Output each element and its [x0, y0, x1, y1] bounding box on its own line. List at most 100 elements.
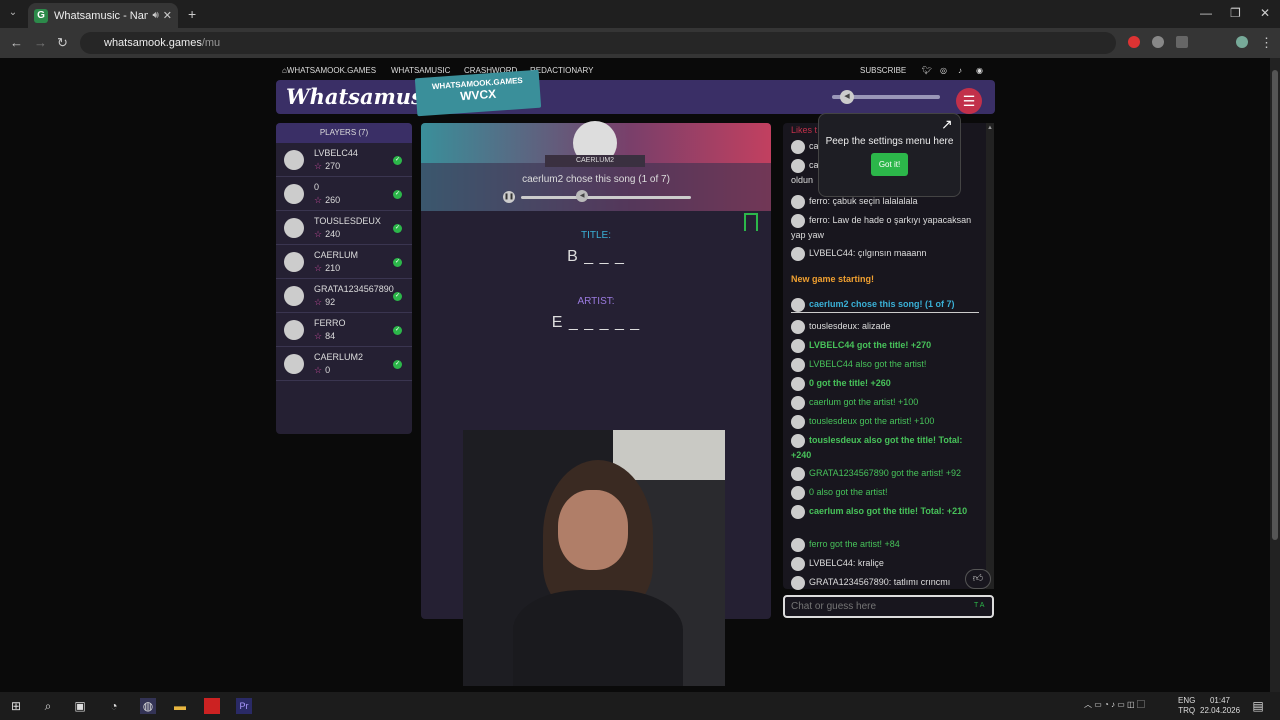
got-it-button[interactable]: Got it!	[870, 153, 909, 176]
player-score: ☆ 260	[314, 195, 341, 205]
chat-message: ferro got the artist! +84	[791, 537, 979, 552]
player-row[interactable]: FERRO ☆ 84 ✓	[276, 313, 412, 347]
subscribe-link[interactable]: SUBSCRIBE	[860, 66, 906, 75]
chrome-icon[interactable]: ◍	[140, 698, 156, 714]
windows-start-icon[interactable]: ⊞	[8, 698, 24, 714]
player-name: 0	[314, 182, 320, 192]
close-tab-icon[interactable]: ✕	[163, 9, 172, 22]
avatar	[284, 320, 304, 340]
star-icon: ☆	[314, 365, 323, 375]
address-bar-row: ← → ↻ whatsamook.games/mu ⋮	[0, 28, 1280, 58]
chat-message: LVBELC44 also got the artist!	[791, 357, 979, 372]
notification-icon[interactable]: ▤	[1250, 698, 1266, 714]
avatar	[791, 537, 805, 552]
avatar	[791, 504, 805, 519]
extension-icon[interactable]	[1152, 36, 1164, 48]
restore-icon[interactable]: ❐	[1230, 6, 1241, 20]
player-name: GRATA1234567890	[314, 284, 394, 294]
player-score: ☆ 0	[314, 365, 331, 375]
room-code-badge[interactable]: WHATSAMOOK.GAMES WVCX	[414, 69, 542, 117]
nav-redactionary[interactable]: REDACTIONARY	[530, 66, 593, 75]
players-heading: PLAYERS (7)	[276, 123, 412, 143]
chat-message: GRATA1234567890: tatlımı crıncmı	[791, 575, 979, 590]
app-icon[interactable]	[204, 698, 220, 714]
avatar	[284, 286, 304, 306]
chat-message: touslesdeux got the artist! +100	[791, 414, 979, 429]
tooltip-text: Peep the settings menu here	[825, 136, 954, 147]
star-icon: ☆	[314, 195, 323, 205]
star-icon: ☆	[314, 229, 323, 239]
player-row[interactable]: 0 ☆ 260 ✓	[276, 177, 412, 211]
hamburger-menu-icon[interactable]: ☰	[956, 88, 982, 114]
app-icon[interactable]: ◔	[106, 698, 122, 714]
minimize-icon[interactable]: —	[1200, 6, 1212, 20]
volume-icon[interactable]: ◀	[840, 90, 854, 104]
clock[interactable]: 01:47 22.04.2026	[1200, 696, 1240, 716]
thumbs-up-icon[interactable]: 👍︎	[965, 569, 991, 589]
bookmark-icon[interactable]	[744, 213, 758, 231]
reload-icon[interactable]: ↻	[57, 35, 68, 51]
player-row[interactable]: GRATA1234567890 ☆ 92 ✓	[276, 279, 412, 313]
chat-message: touslesdeux also got the title! Total: +…	[791, 433, 963, 460]
back-icon[interactable]: ←	[10, 35, 23, 50]
tiktok-icon[interactable]: ♪	[958, 66, 962, 75]
avatar	[284, 150, 304, 170]
task-view-icon[interactable]: ▣	[72, 698, 88, 714]
extensions-puzzle-icon[interactable]	[1176, 36, 1188, 48]
check-icon: ✓	[393, 292, 402, 301]
url-field[interactable]: whatsamook.games/mu	[80, 32, 1116, 54]
player-name: TOUSLESDEUX	[314, 216, 381, 226]
language-indicator[interactable]: ENG TRQ	[1178, 696, 1195, 716]
chat-message: GRATA1234567890 got the artist! +92	[791, 466, 979, 481]
folder-icon[interactable]: ▬	[172, 698, 188, 714]
audio-icon[interactable]: 🔊︎	[152, 10, 158, 21]
forward-icon[interactable]: →	[34, 35, 47, 50]
player-score: ☆ 210	[314, 263, 341, 273]
twitter-icon[interactable]: 🐦︎	[922, 66, 932, 75]
check-icon: ✓	[393, 224, 402, 233]
profile-avatar[interactable]	[1236, 36, 1248, 48]
close-window-icon[interactable]: ✕	[1260, 6, 1270, 20]
player-row[interactable]: LVBELC44 ☆ 270 ✓	[276, 143, 412, 177]
premiere-icon[interactable]: Pr	[236, 698, 252, 714]
extension-icon[interactable]	[1128, 36, 1140, 48]
player-score: ☆ 270	[314, 161, 341, 171]
avatar	[284, 184, 304, 204]
chat-message: 0 also got the artist!	[791, 485, 979, 500]
chat-message: touslesdeux: alizade	[791, 319, 979, 334]
tab-search-icon[interactable]: ⌄	[4, 4, 22, 22]
nav-whatsamusic[interactable]: WHATSAMUSIC	[391, 66, 450, 75]
arrow-icon: ↗	[941, 116, 953, 132]
avatar	[284, 252, 304, 272]
webcam-overlay	[463, 430, 725, 686]
home-link[interactable]: ⌂ WHATSAMOOK.GAMES	[282, 66, 376, 75]
player-score: ☆ 240	[314, 229, 341, 239]
chat-scrollbar[interactable]: ▲	[986, 123, 994, 589]
chat-message: caerlum got the artist! +100	[791, 395, 979, 410]
chat-message: caerlum2 chose this song! (1 of 7)	[791, 297, 979, 313]
player-row[interactable]: CAERLUM2 ☆ 0 ✓	[276, 347, 412, 381]
star-icon: ☆	[314, 263, 323, 273]
site-top-nav: ⌂ WHATSAMOOK.GAMES WHATSAMUSIC CRASHWORD…	[282, 66, 992, 80]
player-row[interactable]: TOUSLESDEUX ☆ 240 ✓	[276, 211, 412, 245]
pause-icon[interactable]: ❚❚	[503, 191, 515, 203]
song-progress-bar[interactable]	[521, 196, 691, 199]
url-path: /mu	[201, 37, 221, 49]
new-tab-icon[interactable]: +	[188, 6, 196, 22]
player-row[interactable]: CAERLUM ☆ 210 ✓	[276, 245, 412, 279]
input-mode-icon[interactable]: T A	[974, 602, 984, 609]
avatar	[791, 575, 805, 590]
browser-tab[interactable]: G Whatsamusic - Name That 🔊︎ ✕	[28, 3, 178, 28]
discord-icon[interactable]: ◉	[976, 66, 983, 75]
avatar	[791, 433, 805, 448]
chat-input[interactable]	[783, 595, 994, 618]
page-scrollbar[interactable]	[1270, 58, 1280, 692]
browser-menu-icon[interactable]: ⋮	[1260, 35, 1273, 51]
player-name: CAERLUM2	[314, 352, 364, 362]
chat-message: LVBELC44: kraliçe	[791, 556, 979, 571]
tray-icons[interactable]: ︿ ▭ ◔ ♪ ▭ ◫ ▢	[1084, 700, 1145, 710]
search-icon[interactable]: ⌕	[40, 698, 56, 714]
avatar	[791, 466, 805, 481]
instagram-icon[interactable]: ◎	[940, 66, 947, 75]
windows-taskbar: ⊞ ⌕ ▣ ◔ ◍ ▬ Pr ︿ ▭ ◔ ♪ ▭ ◫ ▢ ENG TRQ 01:4…	[0, 692, 1280, 720]
